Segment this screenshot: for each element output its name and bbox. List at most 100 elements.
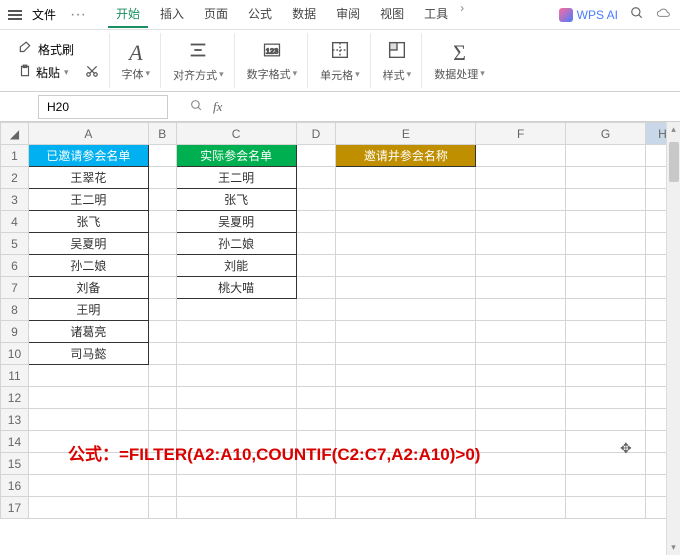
cell[interactable] [148,321,176,343]
cell[interactable] [566,365,646,387]
row-header[interactable]: 14 [1,431,29,453]
cell-reference-input[interactable]: H20 [38,95,168,119]
cell[interactable] [336,233,476,255]
cell[interactable] [148,255,176,277]
cell[interactable] [476,409,566,431]
col-header-F[interactable]: F [476,123,566,145]
search-fn-icon[interactable] [190,99,203,115]
row-header[interactable]: 6 [1,255,29,277]
cell[interactable] [148,409,176,431]
cell[interactable] [176,475,296,497]
row-header[interactable]: 13 [1,409,29,431]
cell[interactable] [296,299,336,321]
cell[interactable] [296,321,336,343]
cell[interactable] [296,365,336,387]
cell[interactable] [296,233,336,255]
tool-group-font[interactable]: A 字体▾ [112,33,162,88]
scroll-up-icon[interactable]: ▴ [667,124,680,135]
cell[interactable]: 已邀请参会名单 [28,145,148,167]
cell[interactable] [476,277,566,299]
cell[interactable]: 邀请并参会名称 [336,145,476,167]
cell[interactable]: 诸葛亮 [28,321,148,343]
paste-button[interactable]: 粘贴 ▾ [18,64,69,81]
cell[interactable] [476,343,566,365]
row-header[interactable]: 2 [1,167,29,189]
spreadsheet-area[interactable]: ◢ A B C D E F G H 1已邀请参会名单实际参会名单邀请并参会名称2… [0,122,680,555]
cell[interactable] [176,321,296,343]
cell[interactable] [148,497,176,519]
table-row[interactable]: 7刘备桃大喵 [1,277,680,299]
cell[interactable] [28,497,148,519]
cell[interactable] [566,299,646,321]
cell[interactable] [28,387,148,409]
row-header[interactable]: 9 [1,321,29,343]
cell[interactable] [176,343,296,365]
cell[interactable] [296,211,336,233]
tab-view[interactable]: 视图 [372,1,412,28]
scroll-thumb[interactable] [669,142,679,182]
table-row[interactable]: 12 [1,387,680,409]
cell[interactable] [566,453,646,475]
format-painter-button[interactable]: 格式刷 [18,41,74,58]
file-menu[interactable]: 文件 [32,6,56,23]
cell[interactable]: 孙二娘 [28,255,148,277]
cell[interactable] [566,167,646,189]
row-header[interactable]: 3 [1,189,29,211]
cell[interactable] [28,365,148,387]
cloud-icon[interactable] [656,6,672,23]
cell[interactable] [566,409,646,431]
cell[interactable] [566,211,646,233]
table-row[interactable]: 1已邀请参会名单实际参会名单邀请并参会名称 [1,145,680,167]
tool-group-number[interactable]: 123 数字格式▾ [237,33,309,88]
cell[interactable] [336,475,476,497]
cell[interactable] [148,299,176,321]
cell[interactable] [476,189,566,211]
tool-group-align[interactable]: 对齐方式▾ [163,33,235,88]
wps-ai-button[interactable]: WPS AI [559,8,618,22]
cut-icon[interactable] [85,64,99,81]
cell[interactable] [566,255,646,277]
table-row[interactable]: 10司马懿 [1,343,680,365]
cell[interactable] [476,497,566,519]
cell[interactable] [148,145,176,167]
table-row[interactable]: 5吴夏明孙二娘 [1,233,680,255]
tab-insert[interactable]: 插入 [152,1,192,28]
cell[interactable] [148,387,176,409]
cell[interactable] [336,343,476,365]
cell[interactable] [566,321,646,343]
tab-review[interactable]: 审阅 [328,1,368,28]
tab-start[interactable]: 开始 [108,1,148,28]
column-headers[interactable]: ◢ A B C D E F G H [1,123,680,145]
tab-data[interactable]: 数据 [284,1,324,28]
col-header-C[interactable]: C [176,123,296,145]
cell[interactable] [476,321,566,343]
cell[interactable] [296,189,336,211]
cell[interactable] [476,431,566,453]
cell[interactable] [28,409,148,431]
cell[interactable] [148,277,176,299]
cell[interactable] [566,189,646,211]
table-row[interactable]: 4张飞吴夏明 [1,211,680,233]
cell[interactable]: 桃大喵 [176,277,296,299]
tool-group-style[interactable]: 样式▾ [373,33,423,88]
hamburger-icon[interactable] [8,8,22,22]
cell[interactable] [336,409,476,431]
cell[interactable] [296,409,336,431]
cell[interactable] [296,277,336,299]
table-row[interactable]: 3王二明张飞 [1,189,680,211]
more-menu[interactable]: ··· [66,6,90,24]
cell[interactable] [148,211,176,233]
cell[interactable]: 吴夏明 [28,233,148,255]
cell[interactable] [566,343,646,365]
vertical-scrollbar[interactable]: ▴ ▾ [666,122,680,555]
cell[interactable] [336,365,476,387]
cell[interactable] [476,233,566,255]
scroll-down-icon[interactable]: ▾ [667,542,680,553]
table-row[interactable]: 8王明 [1,299,680,321]
cell[interactable]: 吴夏明 [176,211,296,233]
cell[interactable] [176,497,296,519]
row-header[interactable]: 5 [1,233,29,255]
cell[interactable] [476,145,566,167]
cell[interactable] [176,299,296,321]
cell[interactable] [336,255,476,277]
